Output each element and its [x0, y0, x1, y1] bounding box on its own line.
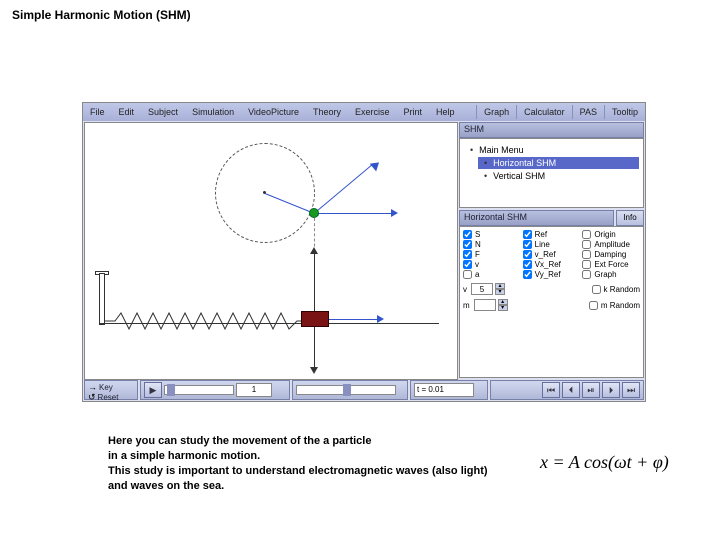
- tool-calculator[interactable]: Calculator: [516, 105, 572, 119]
- info-button[interactable]: Info: [616, 210, 644, 226]
- mass-block: [301, 311, 329, 327]
- menu-subject[interactable]: Subject: [141, 105, 185, 119]
- checkbox-vxref[interactable]: [523, 260, 532, 269]
- last-button[interactable]: ⏭: [622, 382, 640, 398]
- checkbox-a[interactable]: [463, 270, 472, 279]
- play-button[interactable]: ▶: [144, 382, 162, 398]
- check-s[interactable]: S: [463, 230, 521, 239]
- nav-main-menu[interactable]: Main Menu: [464, 144, 639, 156]
- speed-slider[interactable]: [296, 385, 396, 395]
- particle-dot: [309, 208, 319, 218]
- menu-print[interactable]: Print: [397, 105, 430, 119]
- next-button[interactable]: ⏵: [602, 382, 620, 398]
- checkbox-vyref[interactable]: [523, 270, 532, 279]
- tool-pas[interactable]: PAS: [572, 105, 604, 119]
- checkbox-mrandom[interactable]: [589, 301, 598, 310]
- simulation-canvas[interactable]: [84, 122, 458, 380]
- check-line[interactable]: Line: [523, 240, 581, 249]
- check-extforce[interactable]: Ext Force: [582, 260, 640, 269]
- page-title: Simple Harmonic Motion (SHM): [0, 0, 720, 30]
- num-label-m: m: [463, 301, 470, 310]
- check-mrandom[interactable]: m Random: [589, 301, 640, 310]
- menu-exercise[interactable]: Exercise: [348, 105, 397, 119]
- formula: x = A cos(ωt + φ): [540, 452, 669, 473]
- menu-videopicture[interactable]: VideoPicture: [241, 105, 306, 119]
- progress-slider[interactable]: [164, 385, 234, 395]
- prev-button[interactable]: ⏴: [562, 382, 580, 398]
- checkbox-v[interactable]: [463, 260, 472, 269]
- checkbox-graph[interactable]: [582, 270, 591, 279]
- check-a[interactable]: a: [463, 270, 521, 279]
- checkbox-s[interactable]: [463, 230, 472, 239]
- check-graph[interactable]: Graph: [582, 270, 640, 279]
- check-vyref[interactable]: Vy_Ref: [523, 270, 581, 279]
- checkbox-extforce[interactable]: [582, 260, 591, 269]
- check-origin[interactable]: Origin: [582, 230, 640, 239]
- menu-simulation[interactable]: Simulation: [185, 105, 241, 119]
- num-input-v[interactable]: [471, 283, 493, 295]
- mass-velocity-arrow-head: [377, 315, 384, 323]
- key-label: Key: [99, 383, 113, 392]
- time-dropdown[interactable]: t = 0.01: [414, 383, 474, 397]
- checkbox-f[interactable]: [463, 250, 472, 259]
- num-row-m: m▴▾m Random: [463, 299, 640, 311]
- nav-panel: Main Menu Horizontal SHM Vertical SHM: [459, 138, 644, 208]
- num-row-v: v▴▾k Random: [463, 283, 640, 295]
- checkbox-amplitude[interactable]: [582, 240, 591, 249]
- nav-horizontal-shm[interactable]: Horizontal SHM: [478, 157, 639, 169]
- right-pane: SHM Main Menu Horizontal SHM Vertical SH…: [459, 122, 644, 378]
- check-vxref[interactable]: Vx_Ref: [523, 260, 581, 269]
- num-label-v: v: [463, 285, 467, 294]
- axis-down-head: [310, 367, 318, 374]
- vx-arrow-head: [391, 209, 398, 217]
- settings-header: Horizontal SHM: [459, 210, 614, 226]
- vx-arrow: [314, 213, 394, 214]
- menubar: File Edit Subject Simulation VideoPictur…: [83, 103, 645, 121]
- checkbox-vref[interactable]: [523, 250, 532, 259]
- menu-theory[interactable]: Theory: [306, 105, 348, 119]
- spring: [105, 311, 305, 331]
- checkbox-ref[interactable]: [523, 230, 532, 239]
- first-button[interactable]: ⏮: [542, 382, 560, 398]
- check-v[interactable]: v: [463, 260, 521, 269]
- menu-file[interactable]: File: [83, 105, 112, 119]
- menu-edit[interactable]: Edit: [112, 105, 142, 119]
- caption-text: Here you can study the movement of the a…: [108, 434, 518, 493]
- tool-tooltip[interactable]: Tooltip: [604, 105, 645, 119]
- num-input-m[interactable]: [474, 299, 496, 311]
- reset-button[interactable]: Reset: [98, 393, 119, 402]
- spin-down-v[interactable]: ▾: [495, 289, 505, 295]
- axis-up-head: [310, 247, 318, 254]
- checkbox-origin[interactable]: [582, 230, 591, 239]
- check-amplitude[interactable]: Amplitude: [582, 240, 640, 249]
- velocity-arrow: [314, 163, 374, 214]
- nav-vertical-shm[interactable]: Vertical SHM: [478, 170, 639, 182]
- check-vref[interactable]: v_Ref: [523, 250, 581, 259]
- playpause-button[interactable]: ⏯: [582, 382, 600, 398]
- nav-header: SHM: [459, 122, 644, 138]
- checkbox-n[interactable]: [463, 240, 472, 249]
- settings-panel: SRefOriginNLineAmplitudeFv_RefDampingvVx…: [459, 226, 644, 378]
- checkbox-line[interactable]: [523, 240, 532, 249]
- check-n[interactable]: N: [463, 240, 521, 249]
- check-damping[interactable]: Damping: [582, 250, 640, 259]
- checkbox-krandom[interactable]: [592, 285, 601, 294]
- checkbox-damping[interactable]: [582, 250, 591, 259]
- menu-help[interactable]: Help: [429, 105, 462, 119]
- tool-graph[interactable]: Graph: [476, 105, 516, 119]
- spin-down-m[interactable]: ▾: [498, 305, 508, 311]
- check-ref[interactable]: Ref: [523, 230, 581, 239]
- bottom-bar: →Key ↺Reset ▶ 1 t = 0.01 ⏮ ⏴ ⏯ ⏵ ⏭: [83, 379, 645, 401]
- mass-velocity-arrow: [329, 319, 379, 320]
- check-f[interactable]: F: [463, 250, 521, 259]
- check-krandom[interactable]: k Random: [592, 285, 640, 294]
- velocity-arrow-head: [370, 159, 383, 172]
- app-window: File Edit Subject Simulation VideoPictur…: [82, 102, 646, 402]
- frame-field[interactable]: 1: [236, 383, 272, 397]
